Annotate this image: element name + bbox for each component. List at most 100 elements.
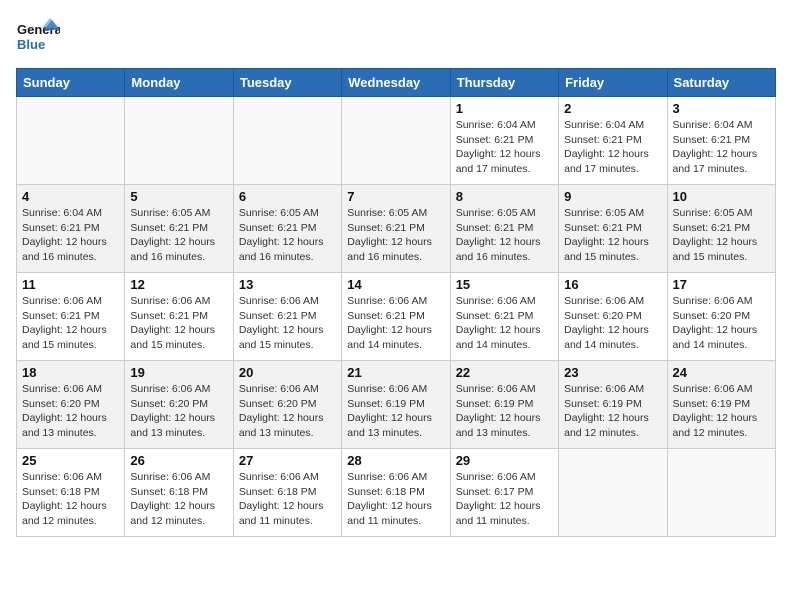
day-info: Sunrise: 6:06 AM Sunset: 6:21 PM Dayligh… bbox=[22, 294, 119, 353]
day-info: Sunrise: 6:06 AM Sunset: 6:18 PM Dayligh… bbox=[130, 470, 227, 529]
day-info: Sunrise: 6:06 AM Sunset: 6:21 PM Dayligh… bbox=[239, 294, 336, 353]
week-row-3: 11 Sunrise: 6:06 AM Sunset: 6:21 PM Dayli… bbox=[17, 273, 776, 361]
day-info: Sunrise: 6:06 AM Sunset: 6:20 PM Dayligh… bbox=[673, 294, 770, 353]
day-number: 19 bbox=[130, 365, 227, 380]
day-info: Sunrise: 6:06 AM Sunset: 6:21 PM Dayligh… bbox=[347, 294, 444, 353]
day-info: Sunrise: 6:06 AM Sunset: 6:20 PM Dayligh… bbox=[130, 382, 227, 441]
day-number: 14 bbox=[347, 277, 444, 292]
day-header-saturday: Saturday bbox=[667, 69, 775, 97]
calendar-cell: 6 Sunrise: 6:05 AM Sunset: 6:21 PM Daylig… bbox=[233, 185, 341, 273]
calendar-cell bbox=[233, 97, 341, 185]
day-info: Sunrise: 6:04 AM Sunset: 6:21 PM Dayligh… bbox=[22, 206, 119, 265]
week-row-5: 25Sunrise: 6:06 AM Sunset: 6:18 PM Dayli… bbox=[17, 449, 776, 537]
day-info: Sunrise: 6:06 AM Sunset: 6:18 PM Dayligh… bbox=[239, 470, 336, 529]
day-header-tuesday: Tuesday bbox=[233, 69, 341, 97]
day-number: 16 bbox=[564, 277, 661, 292]
calendar-cell: 21Sunrise: 6:06 AM Sunset: 6:19 PM Dayli… bbox=[342, 361, 450, 449]
day-info: Sunrise: 6:06 AM Sunset: 6:20 PM Dayligh… bbox=[22, 382, 119, 441]
day-info: Sunrise: 6:06 AM Sunset: 6:18 PM Dayligh… bbox=[347, 470, 444, 529]
day-number: 5 bbox=[130, 189, 227, 204]
calendar-cell: 13Sunrise: 6:06 AM Sunset: 6:21 PM Dayli… bbox=[233, 273, 341, 361]
calendar-cell bbox=[17, 97, 125, 185]
logo-svg: General Blue bbox=[16, 16, 60, 60]
calendar-cell: 1 Sunrise: 6:04 AM Sunset: 6:21 PM Daylig… bbox=[450, 97, 558, 185]
calendar-table: SundayMondayTuesdayWednesdayThursdayFrid… bbox=[16, 68, 776, 537]
calendar-cell: 12 Sunrise: 6:06 AM Sunset: 6:21 PM Dayli… bbox=[125, 273, 233, 361]
day-number: 11 bbox=[22, 277, 119, 292]
calendar-cell bbox=[667, 449, 775, 537]
calendar-cell: 3 Sunrise: 6:04 AM Sunset: 6:21 PM Daylig… bbox=[667, 97, 775, 185]
day-header-sunday: Sunday bbox=[17, 69, 125, 97]
day-headers-row: SundayMondayTuesdayWednesdayThursdayFrid… bbox=[17, 69, 776, 97]
calendar-cell: 29 Sunrise: 6:06 AM Sunset: 6:17 PM Dayli… bbox=[450, 449, 558, 537]
day-number: 20 bbox=[239, 365, 336, 380]
calendar-cell: 5 Sunrise: 6:05 AM Sunset: 6:21 PM Daylig… bbox=[125, 185, 233, 273]
day-header-wednesday: Wednesday bbox=[342, 69, 450, 97]
week-row-1: 1 Sunrise: 6:04 AM Sunset: 6:21 PM Daylig… bbox=[17, 97, 776, 185]
day-info: Sunrise: 6:06 AM Sunset: 6:21 PM Dayligh… bbox=[456, 294, 553, 353]
day-number: 29 bbox=[456, 453, 553, 468]
day-info: Sunrise: 6:06 AM Sunset: 6:17 PM Dayligh… bbox=[456, 470, 553, 529]
calendar-cell: 25Sunrise: 6:06 AM Sunset: 6:18 PM Dayli… bbox=[17, 449, 125, 537]
day-number: 3 bbox=[673, 101, 770, 116]
header: General Blue bbox=[16, 16, 776, 60]
day-info: Sunrise: 6:05 AM Sunset: 6:21 PM Dayligh… bbox=[347, 206, 444, 265]
day-info: Sunrise: 6:06 AM Sunset: 6:19 PM Dayligh… bbox=[456, 382, 553, 441]
day-info: Sunrise: 6:05 AM Sunset: 6:21 PM Dayligh… bbox=[564, 206, 661, 265]
day-info: Sunrise: 6:06 AM Sunset: 6:19 PM Dayligh… bbox=[564, 382, 661, 441]
calendar-cell: 11 Sunrise: 6:06 AM Sunset: 6:21 PM Dayli… bbox=[17, 273, 125, 361]
day-number: 8 bbox=[456, 189, 553, 204]
day-info: Sunrise: 6:04 AM Sunset: 6:21 PM Dayligh… bbox=[456, 118, 553, 177]
logo: General Blue bbox=[16, 16, 60, 60]
day-number: 22 bbox=[456, 365, 553, 380]
calendar-cell: 2Sunrise: 6:04 AM Sunset: 6:21 PM Daylig… bbox=[559, 97, 667, 185]
day-info: Sunrise: 6:06 AM Sunset: 6:20 PM Dayligh… bbox=[239, 382, 336, 441]
calendar-cell: 10 Sunrise: 6:05 AM Sunset: 6:21 PM Dayli… bbox=[667, 185, 775, 273]
day-info: Sunrise: 6:06 AM Sunset: 6:18 PM Dayligh… bbox=[22, 470, 119, 529]
calendar-cell: 23Sunrise: 6:06 AM Sunset: 6:19 PM Dayli… bbox=[559, 361, 667, 449]
day-number: 7 bbox=[347, 189, 444, 204]
calendar-cell: 26 Sunrise: 6:06 AM Sunset: 6:18 PM Dayli… bbox=[125, 449, 233, 537]
day-number: 26 bbox=[130, 453, 227, 468]
week-row-2: 4 Sunrise: 6:04 AM Sunset: 6:21 PM Daylig… bbox=[17, 185, 776, 273]
day-header-friday: Friday bbox=[559, 69, 667, 97]
calendar-cell: 27 Sunrise: 6:06 AM Sunset: 6:18 PM Dayli… bbox=[233, 449, 341, 537]
calendar-cell: 20 Sunrise: 6:06 AM Sunset: 6:20 PM Dayli… bbox=[233, 361, 341, 449]
calendar-cell: 8 Sunrise: 6:05 AM Sunset: 6:21 PM Daylig… bbox=[450, 185, 558, 273]
day-number: 18 bbox=[22, 365, 119, 380]
day-info: Sunrise: 6:04 AM Sunset: 6:21 PM Dayligh… bbox=[673, 118, 770, 177]
calendar-cell: 19 Sunrise: 6:06 AM Sunset: 6:20 PM Dayli… bbox=[125, 361, 233, 449]
day-info: Sunrise: 6:05 AM Sunset: 6:21 PM Dayligh… bbox=[456, 206, 553, 265]
calendar-cell: 16 Sunrise: 6:06 AM Sunset: 6:20 PM Dayli… bbox=[559, 273, 667, 361]
day-info: Sunrise: 6:06 AM Sunset: 6:21 PM Dayligh… bbox=[130, 294, 227, 353]
day-number: 10 bbox=[673, 189, 770, 204]
day-info: Sunrise: 6:06 AM Sunset: 6:20 PM Dayligh… bbox=[564, 294, 661, 353]
day-info: Sunrise: 6:05 AM Sunset: 6:21 PM Dayligh… bbox=[239, 206, 336, 265]
day-number: 27 bbox=[239, 453, 336, 468]
calendar-cell: 14 Sunrise: 6:06 AM Sunset: 6:21 PM Dayli… bbox=[342, 273, 450, 361]
calendar-cell: 28 Sunrise: 6:06 AM Sunset: 6:18 PM Dayli… bbox=[342, 449, 450, 537]
day-info: Sunrise: 6:05 AM Sunset: 6:21 PM Dayligh… bbox=[673, 206, 770, 265]
day-number: 12 bbox=[130, 277, 227, 292]
calendar-cell: 4 Sunrise: 6:04 AM Sunset: 6:21 PM Daylig… bbox=[17, 185, 125, 273]
day-number: 9 bbox=[564, 189, 661, 204]
day-header-monday: Monday bbox=[125, 69, 233, 97]
day-info: Sunrise: 6:05 AM Sunset: 6:21 PM Dayligh… bbox=[130, 206, 227, 265]
calendar-cell: 22 Sunrise: 6:06 AM Sunset: 6:19 PM Dayli… bbox=[450, 361, 558, 449]
day-header-thursday: Thursday bbox=[450, 69, 558, 97]
day-number: 28 bbox=[347, 453, 444, 468]
calendar-cell: 18 Sunrise: 6:06 AM Sunset: 6:20 PM Dayli… bbox=[17, 361, 125, 449]
day-number: 4 bbox=[22, 189, 119, 204]
day-info: Sunrise: 6:06 AM Sunset: 6:19 PM Dayligh… bbox=[673, 382, 770, 441]
day-number: 6 bbox=[239, 189, 336, 204]
calendar-cell: 24Sunrise: 6:06 AM Sunset: 6:19 PM Dayli… bbox=[667, 361, 775, 449]
day-number: 1 bbox=[456, 101, 553, 116]
calendar-cell bbox=[342, 97, 450, 185]
day-number: 17 bbox=[673, 277, 770, 292]
calendar-cell bbox=[125, 97, 233, 185]
day-info: Sunrise: 6:06 AM Sunset: 6:19 PM Dayligh… bbox=[347, 382, 444, 441]
calendar-cell: 9 Sunrise: 6:05 AM Sunset: 6:21 PM Daylig… bbox=[559, 185, 667, 273]
day-number: 2 bbox=[564, 101, 661, 116]
calendar-cell: 15Sunrise: 6:06 AM Sunset: 6:21 PM Dayli… bbox=[450, 273, 558, 361]
calendar-cell: 17 Sunrise: 6:06 AM Sunset: 6:20 PM Dayli… bbox=[667, 273, 775, 361]
